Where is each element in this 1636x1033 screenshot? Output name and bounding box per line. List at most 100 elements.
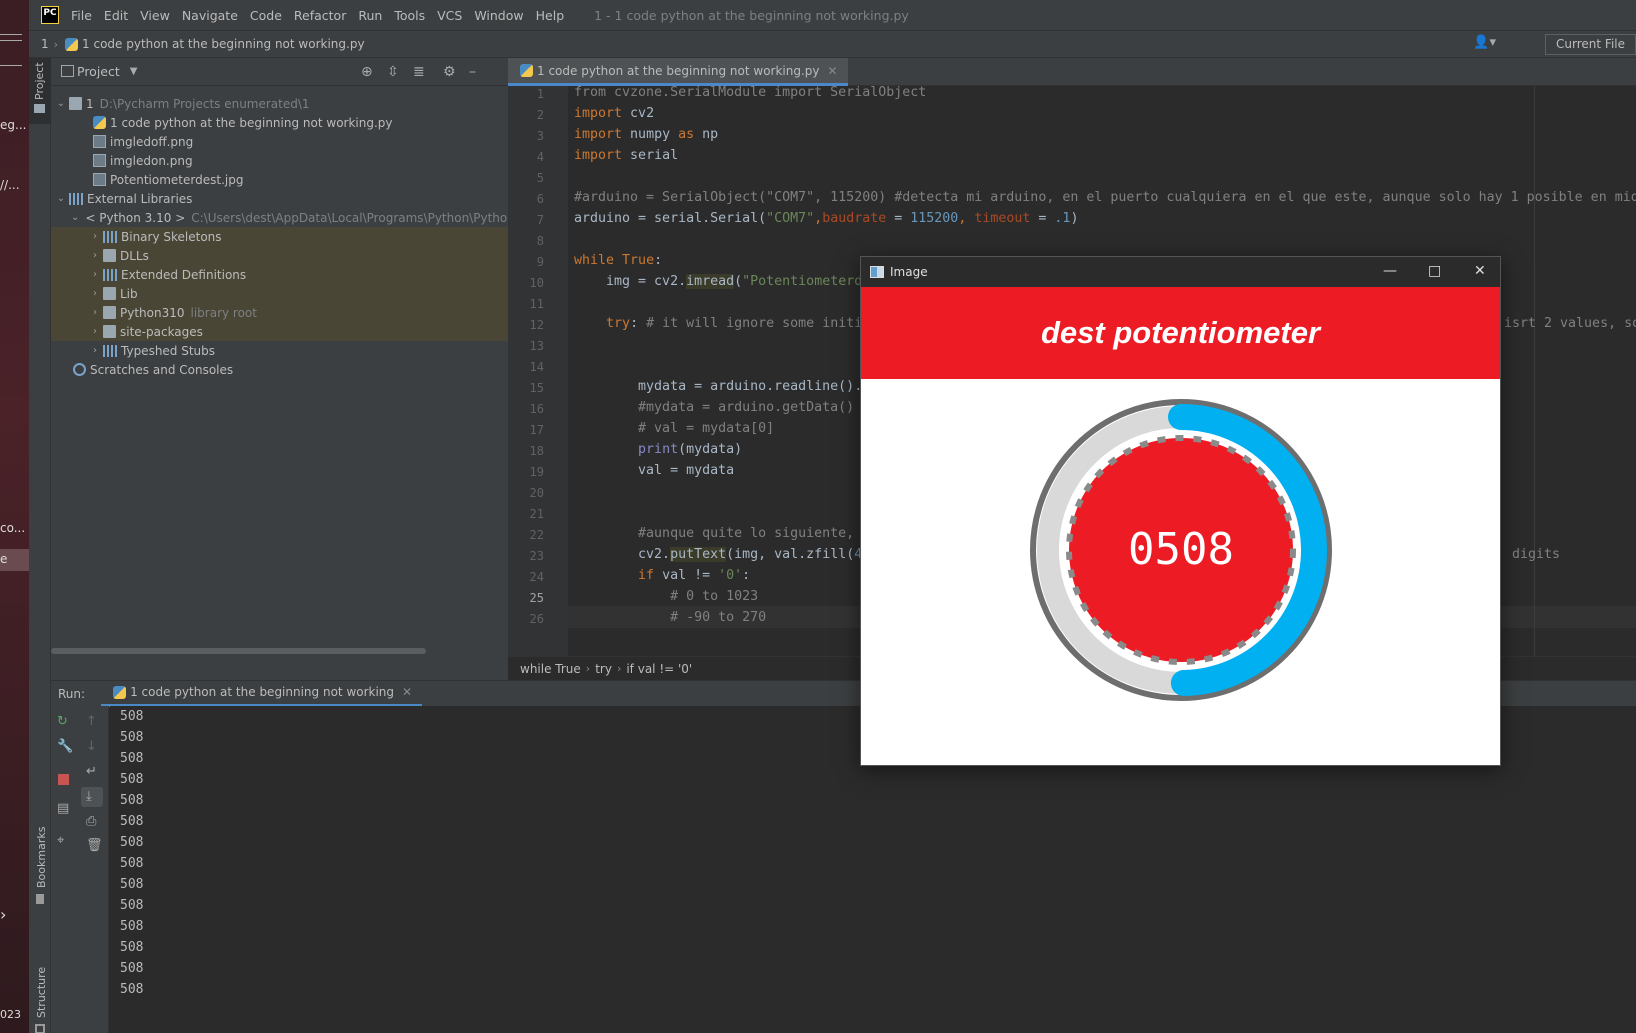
console-line: 508 — [120, 730, 144, 745]
tree-item-label: Binary Skeletons — [121, 229, 222, 244]
chevron-right-icon: › — [93, 250, 97, 261]
line-number: 5 — [536, 171, 544, 185]
image-window-titlebar[interactable]: Image — □ ✕ — [861, 257, 1500, 287]
folder-icon — [103, 306, 116, 319]
project-panel-header: Project ▼ ⊕ ⇳ ≣ ⚙ – — [51, 58, 508, 86]
chevron-down-icon[interactable]: ▼ — [130, 66, 138, 77]
minimize-panel-icon[interactable]: – — [469, 64, 476, 80]
scratches-icon — [73, 363, 86, 376]
gear-icon[interactable]: ⚙ — [443, 64, 456, 80]
tree-item-lib[interactable]: › Lib — [51, 284, 508, 303]
rerun-icon[interactable]: ↻ — [57, 714, 68, 729]
tree-item-file[interactable]: Potentiometerdest.jpg — [51, 170, 508, 189]
tree-item-python-sdk[interactable]: ⌄ < Python 3.10 > C:\Users\dest\AppData\… — [51, 208, 530, 227]
editor-tab-active[interactable]: 1 code python at the beginning not worki… — [508, 58, 848, 86]
expand-all-icon[interactable]: ⇳ — [387, 64, 399, 80]
line-number: 22 — [529, 528, 544, 542]
scroll-to-end-button[interactable] — [81, 787, 103, 807]
menu-view[interactable]: View — [140, 8, 170, 23]
structure-tool-label[interactable]: Structure — [35, 967, 48, 1018]
tree-item-external-libraries[interactable]: ⌄ External Libraries — [51, 189, 508, 208]
menu-window[interactable]: Window — [474, 8, 523, 23]
code-line: val = mydata — [574, 463, 735, 478]
close-icon[interactable]: ✕ — [1474, 263, 1486, 279]
tree-item-project-root[interactable]: ⌄ 1 D:\Pycharm Projects enumerated\1 — [51, 94, 508, 113]
gauge-readout: 0508 — [1128, 524, 1234, 575]
desktop-fragment: co... — [0, 521, 26, 535]
chevron-right-icon: › — [93, 326, 97, 337]
code-line: try: # it will ignore some initi — [606, 316, 863, 331]
line-number: 23 — [529, 549, 544, 563]
soft-wrap-icon[interactable]: ↵ — [86, 764, 97, 779]
horizontal-scrollbar[interactable] — [51, 648, 426, 654]
menu-code[interactable]: Code — [250, 8, 282, 23]
tree-item-path: library root — [190, 305, 257, 320]
menu-run[interactable]: Run — [358, 8, 382, 23]
left-tool-strip: Project Bookmarks Structure — [29, 58, 51, 1033]
project-tool-label[interactable]: Project — [33, 62, 46, 100]
menu-tools[interactable]: Tools — [394, 8, 425, 23]
line-number: 1 — [536, 87, 544, 101]
close-icon[interactable]: ✕ — [828, 64, 838, 78]
user-account-icon[interactable]: 👤▾ — [1473, 35, 1496, 50]
tree-item-binary-skeletons[interactable]: › Binary Skeletons — [51, 227, 508, 246]
folder-icon — [69, 97, 82, 110]
layout-icon[interactable]: ▤ — [57, 801, 69, 816]
desktop-fragment: eg... — [0, 118, 27, 132]
project-panel-title[interactable]: Project — [77, 64, 120, 79]
stop-icon[interactable] — [58, 774, 69, 785]
tree-item-file[interactable]: imgledon.png — [51, 151, 508, 170]
arrow-up-icon[interactable]: ↑ — [86, 714, 97, 729]
console-line: 508 — [120, 898, 144, 913]
tree-item-label: 1 code python at the beginning not worki… — [110, 115, 393, 130]
tree-item-file[interactable]: imgledoff.png — [51, 132, 508, 151]
tree-item-python310[interactable]: › Python310 library root — [51, 303, 508, 322]
trash-icon[interactable]: 🗑 — [86, 838, 103, 853]
image-window[interactable]: Image — □ ✕ dest potentiometer 0508 — [860, 256, 1501, 766]
menu-edit[interactable]: Edit — [104, 8, 128, 23]
tree-item-site-packages[interactable]: › site-packages — [51, 322, 508, 341]
locate-file-icon[interactable]: ⊕ — [361, 64, 373, 80]
minimize-icon[interactable]: — — [1383, 263, 1397, 279]
python-file-icon — [93, 116, 106, 129]
folder-icon — [103, 287, 116, 300]
folder-icon — [103, 249, 116, 262]
python-icon — [113, 685, 127, 699]
collapse-all-icon[interactable]: ≣ — [413, 64, 425, 80]
breadcrumb-item[interactable]: try — [595, 662, 612, 676]
console-line: 508 — [120, 982, 144, 997]
tree-item-label: DLLs — [120, 248, 149, 263]
menu-vcs[interactable]: VCS — [437, 8, 462, 23]
pin-icon[interactable]: ⌖ — [57, 833, 64, 848]
tree-item-label: 1 — [86, 96, 94, 111]
chevron-right-icon: › — [93, 269, 97, 280]
menu-help[interactable]: Help — [536, 8, 565, 23]
tree-item-extended-definitions[interactable]: › Extended Definitions — [51, 265, 508, 284]
bookmarks-tool-label[interactable]: Bookmarks — [35, 827, 48, 888]
menu-file[interactable]: File — [71, 8, 92, 23]
breadcrumb-item[interactable]: while True — [520, 662, 581, 676]
menu-navigate[interactable]: Navigate — [182, 8, 238, 23]
image-file-icon — [93, 135, 106, 148]
nav-crumb-file[interactable]: 1 code python at the beginning not worki… — [82, 37, 365, 51]
menu-bar: PC File Edit View Navigate Code Refactor… — [29, 0, 1636, 30]
line-number: 10 — [529, 276, 544, 290]
tree-item-typeshed-stubs[interactable]: › Typeshed Stubs — [51, 341, 508, 360]
wrench-icon[interactable]: 🔧 — [57, 739, 73, 754]
breadcrumb-item[interactable]: if val != '0' — [626, 662, 692, 676]
chevron-right-icon: › — [585, 662, 591, 675]
run-config-selector[interactable]: Current File — [1545, 34, 1636, 55]
console-line: 508 — [120, 814, 144, 829]
maximize-icon[interactable]: □ — [1428, 263, 1441, 279]
tree-item-scratches[interactable]: Scratches and Consoles — [51, 360, 508, 379]
tree-item-dlls[interactable]: › DLLs — [51, 246, 508, 265]
print-icon[interactable]: ⎙ — [86, 814, 96, 829]
close-icon[interactable]: ✕ — [402, 685, 412, 699]
chevron-right-icon[interactable]: › — [0, 905, 6, 924]
arrow-down-icon[interactable]: ↓ — [86, 739, 97, 754]
menu-refactor[interactable]: Refactor — [294, 8, 346, 23]
run-tab[interactable]: 1 code python at the beginning not worki… — [101, 681, 423, 707]
tree-item-file[interactable]: 1 code python at the beginning not worki… — [51, 113, 508, 132]
pycharm-logo-icon: PC — [41, 6, 59, 24]
nav-crumb-project[interactable]: 1 — [41, 37, 49, 51]
